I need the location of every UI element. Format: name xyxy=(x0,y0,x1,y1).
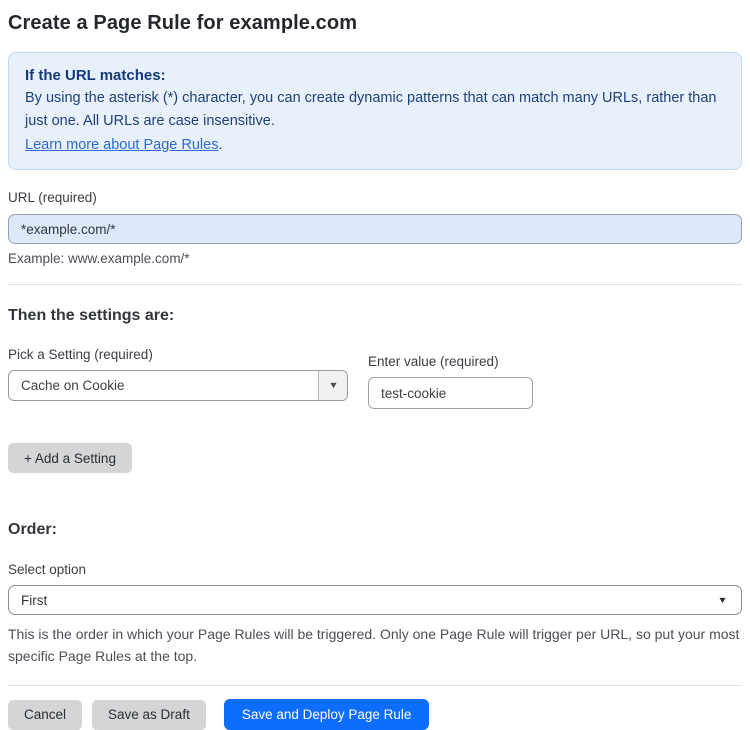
link-suffix: . xyxy=(218,137,223,153)
url-example-text: Example: www.example.com/* xyxy=(8,251,190,266)
url-input[interactable] xyxy=(8,214,742,244)
order-select[interactable]: First ▼ xyxy=(8,585,742,615)
pick-setting-column: Pick a Setting (required) Cache on Cooki… xyxy=(8,347,348,409)
url-match-info-box: If the URL matches: By using the asteris… xyxy=(8,52,742,170)
page-title: Create a Page Rule for example.com xyxy=(8,12,358,34)
chevron-down-icon: ▼ xyxy=(717,594,728,605)
setting-value-input[interactable] xyxy=(368,377,533,409)
info-link-row: Learn more about Page Rules. xyxy=(25,133,725,157)
enter-value-column: Enter value (required) xyxy=(368,347,533,409)
section-divider xyxy=(8,284,742,285)
cancel-button[interactable]: Cancel xyxy=(8,699,83,730)
setting-select[interactable]: Cache on Cookie ▼ xyxy=(8,370,348,401)
footer-actions: Cancel Save as Draft Save and Deploy Pag… xyxy=(8,699,742,730)
create-page-rule-form: Create a Page Rule for example.com If th… xyxy=(0,0,750,730)
chevron-down-icon: ▼ xyxy=(327,380,339,390)
setting-select-arrow-button[interactable]: ▼ xyxy=(318,371,347,400)
add-setting-button[interactable]: + Add a Setting xyxy=(8,443,132,473)
footer-divider xyxy=(8,685,742,686)
info-box-body: By using the asterisk (*) character, you… xyxy=(25,90,717,129)
url-label: URL (required) xyxy=(8,190,97,205)
settings-heading: Then the settings are: xyxy=(8,307,175,324)
pick-setting-label: Pick a Setting (required) xyxy=(8,347,153,362)
setting-select-value: Cache on Cookie xyxy=(21,378,125,393)
info-box-heading: If the URL matches: xyxy=(25,67,166,84)
order-select-value: First xyxy=(21,592,48,608)
select-option-label: Select option xyxy=(8,562,87,577)
learn-more-link[interactable]: Learn more about Page Rules xyxy=(25,137,218,153)
enter-value-label: Enter value (required) xyxy=(368,354,499,369)
save-and-deploy-button[interactable]: Save and Deploy Page Rule xyxy=(223,699,430,730)
settings-row: Pick a Setting (required) Cache on Cooki… xyxy=(8,347,742,409)
order-heading: Order: xyxy=(8,521,57,538)
order-help-text: This is the order in which your Page Rul… xyxy=(8,626,740,664)
save-as-draft-button[interactable]: Save as Draft xyxy=(92,699,206,730)
